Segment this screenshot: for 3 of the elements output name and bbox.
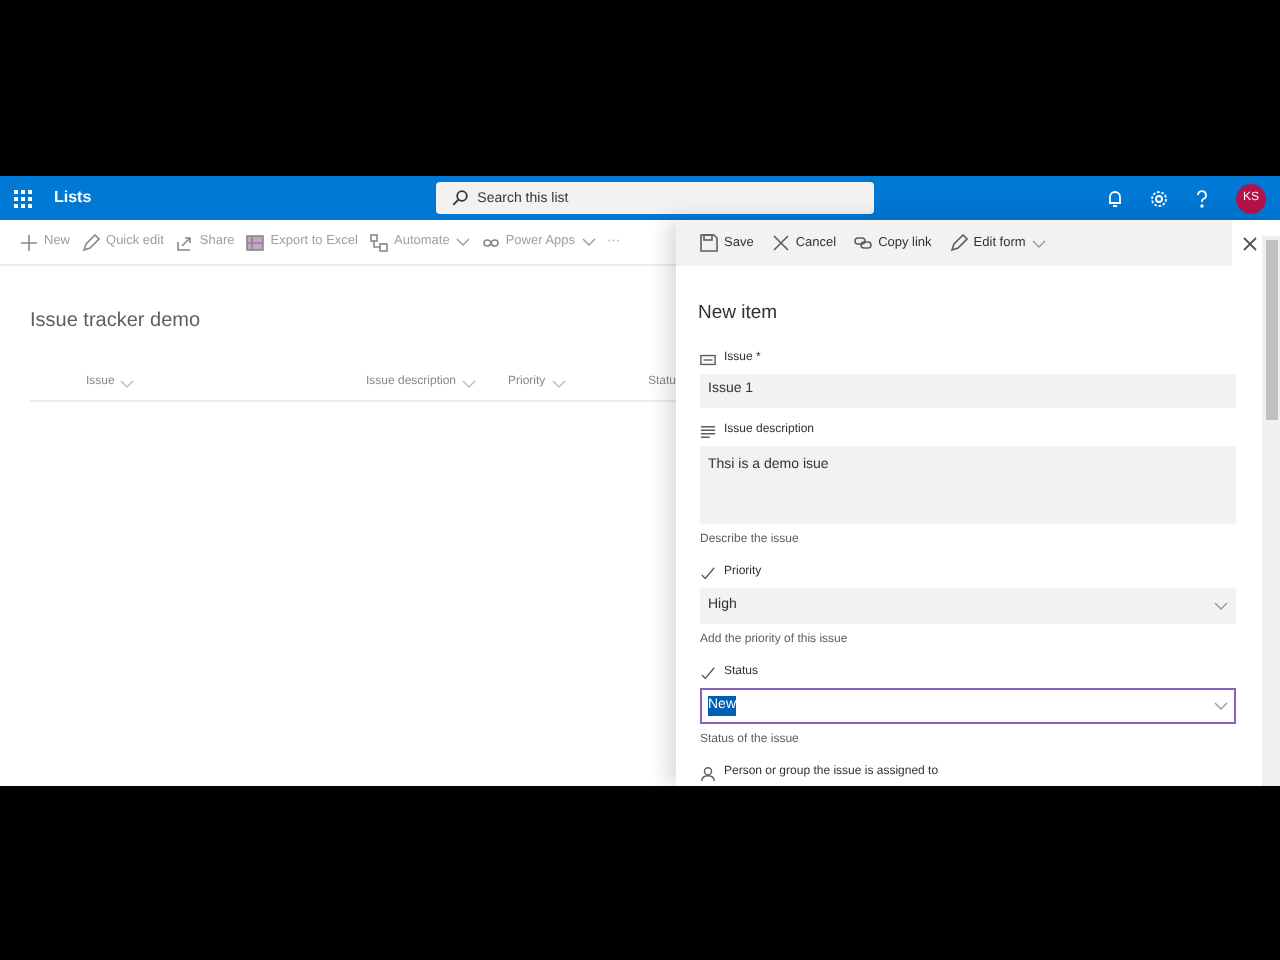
app-name[interactable]: Lists [54,186,92,210]
list-title: Issue tracker demo [30,308,201,336]
panel-heading: New item [698,300,778,328]
